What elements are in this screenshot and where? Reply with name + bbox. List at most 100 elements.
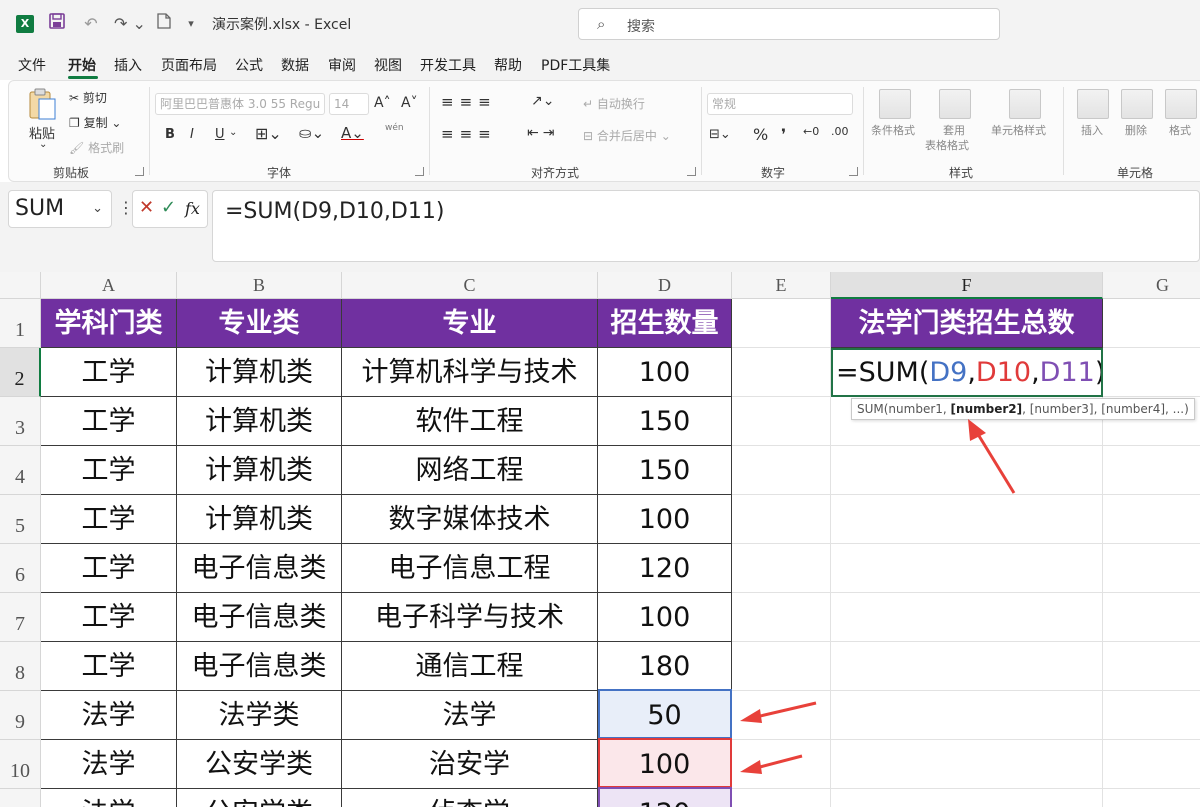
cell-c6[interactable]: 电子信息工程 [342,544,598,593]
cell-d4[interactable]: 150 [598,446,732,495]
name-box[interactable]: SUM ⌄ [8,190,112,228]
alignment-launcher-icon[interactable] [687,167,696,176]
phonetic-guide-button[interactable]: wén [385,123,404,133]
row-header-8[interactable]: 8 [0,642,41,691]
cell-e3[interactable] [732,397,831,446]
cell-e7[interactable] [732,593,831,642]
header-cell-a1[interactable]: 学科门类 [41,299,177,348]
cell-g8[interactable] [1103,642,1200,691]
accounting-format-icon[interactable]: ⊟⌄ [709,127,731,142]
format-as-table-label-1[interactable]: 套用 [943,122,965,138]
cell-c4[interactable]: 网络工程 [342,446,598,495]
bold-button[interactable]: B [165,127,175,142]
clipboard-launcher-icon[interactable] [135,167,144,176]
active-cell-f2[interactable]: =SUM(D9,D10,D11) [831,348,1103,397]
cell-c7[interactable]: 电子科学与技术 [342,593,598,642]
cell-d9[interactable]: 50 [598,691,732,740]
tab-pdf-tools[interactable]: PDF工具集 [541,55,610,75]
cell-f6[interactable] [831,544,1103,593]
cell-e8[interactable] [732,642,831,691]
column-header-b[interactable]: B [177,272,342,299]
cell-g5[interactable] [1103,495,1200,544]
cell-b3[interactable]: 计算机类 [177,397,342,446]
column-header-e[interactable]: E [732,272,831,299]
column-header-d[interactable]: D [598,272,732,299]
cell-b9[interactable]: 法学类 [177,691,342,740]
number-launcher-icon[interactable] [849,167,858,176]
row-header-1[interactable]: 1 [0,299,41,348]
header-cell-b1[interactable]: 专业类 [177,299,342,348]
cell-e6[interactable] [732,544,831,593]
row-header-4[interactable]: 4 [0,446,41,495]
cell-f11[interactable] [831,789,1103,807]
cell-f9[interactable] [831,691,1103,740]
font-launcher-icon[interactable] [415,167,424,176]
cell-styles-button[interactable]: 单元格样式 [991,122,1046,138]
cell-b8[interactable]: 电子信息类 [177,642,342,691]
decrease-decimal-icon[interactable]: .00 [831,125,849,138]
format-as-table-label-2[interactable]: 表格格式 [925,137,969,153]
delete-cells-icon[interactable] [1121,89,1153,119]
cell-g2[interactable] [1103,348,1200,397]
header-cell-c1[interactable]: 专业 [342,299,598,348]
underline-dropdown-icon[interactable]: ⌄ [229,127,237,138]
column-header-a[interactable]: A [41,272,177,299]
insert-cells-icon[interactable] [1077,89,1109,119]
row-header-9[interactable]: 9 [0,691,41,740]
cell-g11[interactable] [1103,789,1200,807]
cell-a3[interactable]: 工学 [41,397,177,446]
tab-home[interactable]: 开始 [68,55,96,75]
cell-b5[interactable]: 计算机类 [177,495,342,544]
horizontal-align-icons[interactable]: ≡≡≡ [441,125,497,143]
cell-a4[interactable]: 工学 [41,446,177,495]
cell-c5[interactable]: 数字媒体技术 [342,495,598,544]
search-input[interactable]: ⌕ 搜索 [578,8,1000,40]
conditional-formatting-button[interactable]: 条件格式 [871,122,915,138]
percent-style-button[interactable]: % [753,125,768,144]
cell-e1[interactable] [732,299,831,348]
cell-f7[interactable] [831,593,1103,642]
cell-b10[interactable]: 公安学类 [177,740,342,789]
cancel-icon[interactable]: ✕ [139,197,154,218]
header-cell-d1[interactable]: 招生数量 [598,299,732,348]
cell-c10[interactable]: 治安学 [342,740,598,789]
tooltip-active-argument[interactable]: [number2] [951,402,1023,416]
wrap-text-button[interactable]: ↵ 自动换行 [583,95,645,112]
row-header-7[interactable]: 7 [0,593,41,642]
row-header-3[interactable]: 3 [0,397,41,446]
paste-button[interactable] [27,87,57,124]
cell-e2[interactable] [732,348,831,397]
cell-c8[interactable]: 通信工程 [342,642,598,691]
vertical-align-icons[interactable]: ≡≡≡ [441,93,497,111]
cut-button[interactable]: ✂ 剪切 [69,89,107,106]
font-color-icon[interactable]: A⌄ [341,124,364,142]
format-painter-button[interactable]: 🖌 格式刷 [69,139,124,156]
customize-quick-access-icon[interactable]: ▾ [182,12,200,36]
formula-input[interactable]: =SUM(D9,D10,D11) [212,190,1200,262]
cell-b2[interactable]: 计算机类 [177,348,342,397]
cell-b11[interactable]: 公安学类 [177,789,342,807]
copy-button[interactable]: ❐ 复制 ⌄ [69,114,121,131]
cell-a6[interactable]: 工学 [41,544,177,593]
row-header-6[interactable]: 6 [0,544,41,593]
italic-button[interactable]: I [190,127,194,142]
cell-e11[interactable] [732,789,831,807]
cell-c9[interactable]: 法学 [342,691,598,740]
paste-dropdown-icon[interactable]: ⌄ [39,139,47,150]
cell-f5[interactable] [831,495,1103,544]
cell-d2[interactable]: 100 [598,348,732,397]
tab-data[interactable]: 数据 [281,55,309,75]
tab-file[interactable]: 文件 [18,55,46,75]
insert-cells-button[interactable]: 插入 [1081,122,1103,138]
cell-b7[interactable]: 电子信息类 [177,593,342,642]
cell-d8[interactable]: 180 [598,642,732,691]
select-all-corner[interactable] [0,272,41,299]
cell-e4[interactable] [732,446,831,495]
save-icon[interactable] [46,12,68,36]
font-size-select[interactable]: 14 [329,93,369,115]
indent-icons[interactable]: ⇤⇥ [527,125,558,141]
delete-cells-button[interactable]: 删除 [1125,122,1147,138]
column-header-g[interactable]: G [1103,272,1200,299]
increase-font-size-icon[interactable]: A˄ [374,95,391,111]
header-cell-f1[interactable]: 法学门类招生总数 [831,299,1103,348]
